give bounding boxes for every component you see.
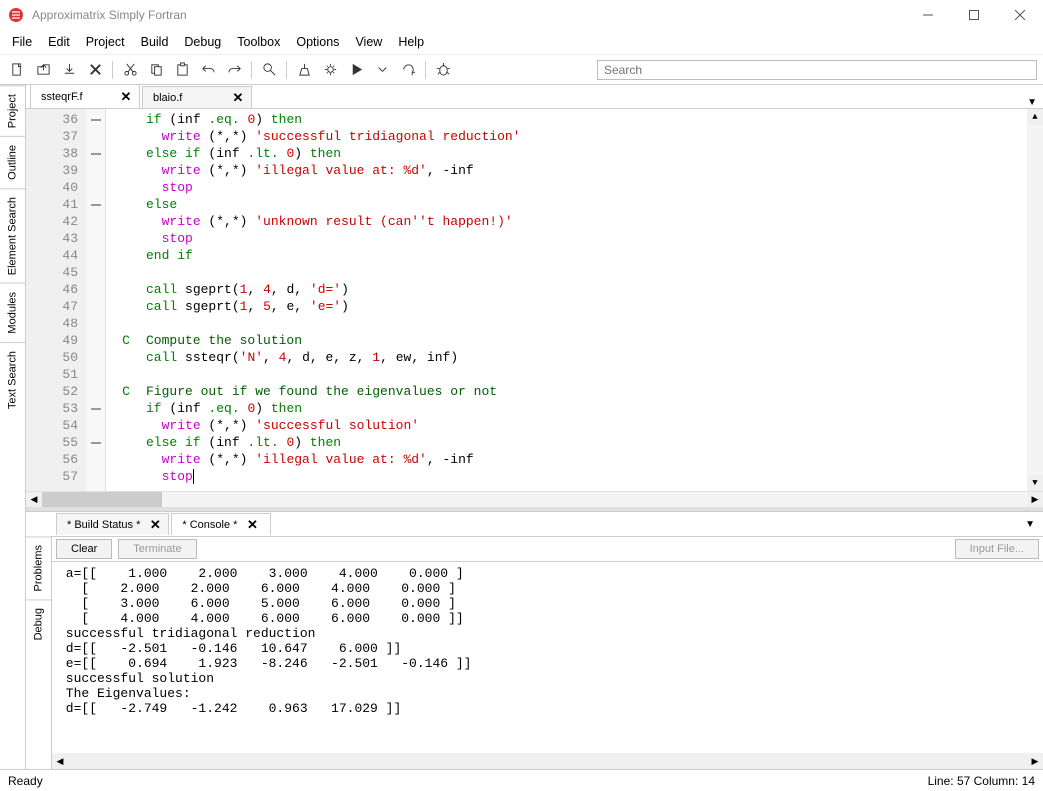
menu-debug[interactable]: Debug xyxy=(176,32,229,52)
line-gutter: 3637383940414243444546474849505152535455… xyxy=(26,109,86,491)
close-icon[interactable]: ✕ xyxy=(119,90,133,104)
delete-icon[interactable] xyxy=(84,59,106,81)
refresh-icon[interactable] xyxy=(397,59,419,81)
debug-icon[interactable] xyxy=(432,59,454,81)
sidetab-project[interactable]: Project xyxy=(0,85,25,136)
bottom-tabs: * Build Status * ✕ * Console * ✕ xyxy=(56,513,273,535)
clear-button[interactable]: Clear xyxy=(56,539,112,559)
bottom-pane: * Build Status * ✕ * Console * ✕ ▼ Probl… xyxy=(26,511,1043,769)
sidetab-element-search[interactable]: Element Search xyxy=(0,188,25,283)
clean-icon[interactable] xyxy=(293,59,315,81)
menu-file[interactable]: File xyxy=(4,32,40,52)
sidetab-problems[interactable]: Problems xyxy=(26,536,51,599)
undo-icon[interactable] xyxy=(197,59,219,81)
bottom-tab-console[interactable]: * Console * ✕ xyxy=(171,513,271,535)
fold-column[interactable] xyxy=(86,109,106,491)
editor-tab[interactable]: blaio.f ✕ xyxy=(142,86,252,108)
menu-toolbox[interactable]: Toolbox xyxy=(229,32,288,52)
tab-dropdown-icon[interactable]: ▼ xyxy=(1025,519,1035,530)
vertical-scrollbar[interactable]: ▲ ▼ xyxy=(1027,109,1043,491)
maximize-button[interactable] xyxy=(951,0,997,30)
cut-icon[interactable] xyxy=(119,59,141,81)
input-file-button[interactable]: Input File... xyxy=(955,539,1039,559)
menu-help[interactable]: Help xyxy=(390,32,432,52)
comment-column: C C xyxy=(106,109,146,491)
console-output[interactable]: a=[[ 1.000 2.000 3.000 4.000 0.000 ] [ 2… xyxy=(52,562,1043,753)
paste-icon[interactable] xyxy=(171,59,193,81)
copy-icon[interactable] xyxy=(145,59,167,81)
console-hscrollbar[interactable]: ◀▶ xyxy=(52,753,1043,769)
close-icon[interactable]: ✕ xyxy=(245,518,259,532)
menubar: File Edit Project Build Debug Toolbox Op… xyxy=(0,30,1043,54)
scroll-right-icon[interactable]: ▶ xyxy=(1027,492,1043,507)
open-icon[interactable] xyxy=(32,59,54,81)
scroll-up-icon[interactable]: ▲ xyxy=(1027,109,1043,125)
left-sidebar: Project Outline Element Search Modules T… xyxy=(0,85,26,769)
close-button[interactable] xyxy=(997,0,1043,30)
menu-options[interactable]: Options xyxy=(288,32,347,52)
bottom-tab-build[interactable]: * Build Status * ✕ xyxy=(56,513,169,535)
menu-build[interactable]: Build xyxy=(133,32,177,52)
statusbar: Ready Line: 57 Column: 14 xyxy=(0,769,1043,791)
scroll-left-icon[interactable]: ◀ xyxy=(26,492,42,507)
titlebar: Approximatrix Simply Fortran xyxy=(0,0,1043,30)
close-icon[interactable]: ✕ xyxy=(148,518,162,532)
new-icon[interactable] xyxy=(6,59,28,81)
scroll-down-icon[interactable]: ▼ xyxy=(1027,475,1043,491)
sidetab-modules[interactable]: Modules xyxy=(0,283,25,342)
code-editor[interactable]: 3637383940414243444546474849505152535455… xyxy=(26,109,1043,491)
status-left: Ready xyxy=(8,774,43,788)
console-toolbar: Clear Terminate Input File... xyxy=(52,536,1043,562)
save-icon[interactable] xyxy=(58,59,80,81)
sidetab-outline[interactable]: Outline xyxy=(0,136,25,188)
status-position: Line: 57 Column: 14 xyxy=(928,774,1035,788)
editor-tabs: ssteqrF.f ✕ blaio.f ✕ ▼ xyxy=(26,85,1043,109)
minimize-button[interactable] xyxy=(905,0,951,30)
run-icon[interactable] xyxy=(345,59,367,81)
terminate-button[interactable]: Terminate xyxy=(118,539,196,559)
window-title: Approximatrix Simply Fortran xyxy=(32,8,905,22)
horizontal-scrollbar[interactable]: ◀ ▶ xyxy=(26,491,1043,507)
build-icon[interactable] xyxy=(319,59,341,81)
run-dropdown-icon[interactable] xyxy=(371,59,393,81)
menu-project[interactable]: Project xyxy=(78,32,133,52)
redo-icon[interactable] xyxy=(223,59,245,81)
code-area[interactable]: if (inf .eq. 0) then write (*,*) 'succes… xyxy=(146,109,1027,491)
menu-view[interactable]: View xyxy=(347,32,390,52)
tab-dropdown-icon[interactable]: ▼ xyxy=(1027,97,1037,108)
sidetab-text-search[interactable]: Text Search xyxy=(0,342,25,417)
search-input[interactable] xyxy=(597,60,1037,80)
app-logo-icon xyxy=(8,7,24,23)
close-icon[interactable]: ✕ xyxy=(231,91,245,105)
toolbar xyxy=(0,54,1043,84)
find-icon[interactable] xyxy=(258,59,280,81)
editor-tab[interactable]: ssteqrF.f ✕ xyxy=(30,84,140,108)
search-box[interactable] xyxy=(597,60,1037,80)
sidetab-debug[interactable]: Debug xyxy=(26,599,51,648)
menu-edit[interactable]: Edit xyxy=(40,32,78,52)
